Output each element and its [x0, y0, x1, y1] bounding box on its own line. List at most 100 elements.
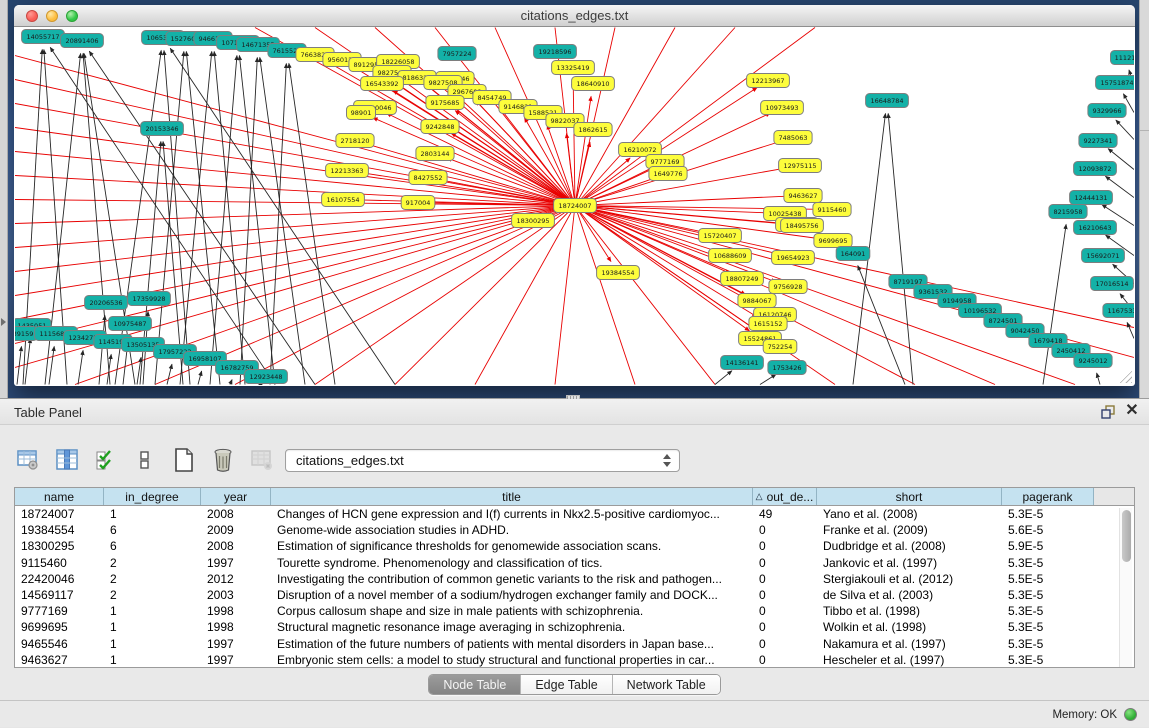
- graph-node[interactable]: 2718120: [336, 134, 374, 148]
- graph-node[interactable]: 12093872: [1074, 162, 1117, 176]
- vertical-scrollbar[interactable]: [1119, 508, 1132, 667]
- graph-node[interactable]: 18300295: [512, 214, 555, 228]
- table-cell-short: Tibbo et al. (1998): [817, 604, 1002, 618]
- graph-node[interactable]: 18640910: [572, 77, 615, 91]
- table-row[interactable]: 946554611997Estimation of the future num…: [15, 636, 1134, 652]
- graph-node[interactable]: 19654923: [772, 251, 815, 265]
- row-height-icon[interactable]: [131, 446, 159, 474]
- table-row[interactable]: 946362711997Embryonic stem cells: a mode…: [15, 652, 1134, 668]
- tab-edge-table[interactable]: Edge Table: [521, 675, 612, 694]
- graph-node[interactable]: 9115460: [813, 203, 851, 217]
- table-row[interactable]: 911546021997Tourette syndrome. Phenomeno…: [15, 555, 1134, 571]
- graph-node[interactable]: 8215958: [1049, 205, 1087, 219]
- graph-node[interactable]: 18807249: [721, 272, 764, 286]
- graph-node[interactable]: 9463627: [784, 189, 822, 203]
- close-panel-icon[interactable]: ✕: [1124, 402, 1140, 420]
- table-row[interactable]: 969969511998Structural magnetic resonanc…: [15, 619, 1134, 635]
- panel-collapse-arrow-icon[interactable]: [1, 318, 6, 326]
- graph-node[interactable]: 9884067: [738, 294, 776, 308]
- graph-node[interactable]: 917004: [401, 196, 435, 210]
- header-filler: [1094, 488, 1134, 505]
- graph-node[interactable]: 1649776: [649, 167, 687, 181]
- column-header-title[interactable]: title: [271, 488, 753, 505]
- graph-node[interactable]: 10688609: [709, 249, 752, 263]
- network-canvas-container[interactable]: 1405571720891406106532871527602946616110…: [15, 27, 1134, 385]
- graph-node[interactable]: 164091: [836, 247, 870, 261]
- window-titlebar[interactable]: citations_edges.txt: [14, 5, 1135, 27]
- network-table-select-value: citations_edges.txt: [296, 453, 404, 468]
- select-rows-icon[interactable]: [92, 446, 120, 474]
- delete-table-icon[interactable]: [248, 446, 276, 474]
- graph-node[interactable]: 19218596: [534, 45, 577, 59]
- graph-node[interactable]: 10973493: [761, 101, 804, 115]
- graph-node[interactable]: 9329966: [1088, 104, 1126, 118]
- graph-node[interactable]: 20891406: [61, 34, 104, 48]
- graph-node[interactable]: 19384554: [597, 266, 640, 280]
- graph-node[interactable]: 20153346: [141, 122, 184, 136]
- graph-node[interactable]: 9245012: [1074, 354, 1112, 368]
- graph-node[interactable]: 15720407: [699, 229, 742, 243]
- graph-node[interactable]: 18724007: [554, 199, 597, 213]
- graph-node[interactable]: 9227341: [1079, 134, 1117, 148]
- graph-node[interactable]: 1615152: [749, 317, 787, 331]
- graph-node[interactable]: 11121: [1111, 51, 1135, 65]
- graph-node[interactable]: 17016514: [1091, 277, 1134, 291]
- graph-node[interactable]: 20206536: [85, 296, 128, 310]
- float-panel-icon[interactable]: [1100, 404, 1116, 420]
- graph-node[interactable]: 7957224: [438, 47, 476, 61]
- graph-node[interactable]: 1862615: [574, 123, 612, 137]
- table-row[interactable]: 977716911998Corpus callosum shape and si…: [15, 603, 1134, 619]
- graph-node[interactable]: 7485063: [774, 131, 812, 145]
- graph-node[interactable]: 98901: [347, 106, 376, 120]
- column-header-pagerank[interactable]: pagerank: [1002, 488, 1094, 505]
- graph-node[interactable]: 12923448: [245, 370, 288, 384]
- graph-node[interactable]: 14055717: [22, 30, 65, 44]
- graph-node[interactable]: 16107554: [322, 193, 365, 207]
- graph-node[interactable]: 13325419: [552, 61, 595, 75]
- new-document-icon[interactable]: [170, 446, 198, 474]
- table-row[interactable]: 1830029562008Estimation of significance …: [15, 538, 1134, 554]
- network-canvas[interactable]: 1405571720891406106532871527602946616110…: [15, 27, 1134, 385]
- tab-network-table[interactable]: Network Table: [613, 675, 720, 694]
- graph-node[interactable]: 2803144: [416, 147, 454, 161]
- table-row[interactable]: 1872400712008Changes of HCN gene express…: [15, 506, 1134, 522]
- graph-node[interactable]: 9699695: [814, 234, 852, 248]
- graph-node[interactable]: 12213967: [747, 74, 790, 88]
- column-header-in_degree[interactable]: in_degree: [104, 488, 201, 505]
- network-table-select[interactable]: citations_edges.txt: [285, 449, 680, 472]
- graph-node[interactable]: 1753426: [768, 361, 806, 375]
- graph-node[interactable]: 752254: [763, 340, 797, 354]
- graph-node[interactable]: 9175685: [426, 96, 464, 110]
- graph-node[interactable]: 12975115: [779, 159, 822, 173]
- graph-node[interactable]: 15692071: [1082, 249, 1125, 263]
- column-header-out_de[interactable]: △out_de...: [753, 488, 817, 505]
- column-header-short[interactable]: short: [817, 488, 1002, 505]
- graph-node[interactable]: 8427552: [409, 171, 447, 185]
- graph-node[interactable]: 18495756: [781, 219, 824, 233]
- table-cell-title: Estimation of the future numbers of pati…: [271, 637, 753, 651]
- column-layout-icon[interactable]: [53, 446, 81, 474]
- network-view-window[interactable]: citations_edges.txt 14055717208914061065…: [14, 5, 1135, 386]
- tab-node-table[interactable]: Node Table: [429, 675, 521, 694]
- table-row[interactable]: 1938455462009Genome-wide association stu…: [15, 522, 1134, 538]
- table-settings-icon[interactable]: [14, 446, 42, 474]
- graph-node[interactable]: 9756928: [769, 280, 807, 294]
- graph-node[interactable]: 10975487: [109, 317, 152, 331]
- graph-node[interactable]: 12213363: [326, 164, 369, 178]
- column-header-name[interactable]: name: [15, 488, 104, 505]
- graph-node[interactable]: 14136141: [721, 356, 764, 370]
- graph-node[interactable]: 15751874: [1096, 76, 1134, 90]
- graph-node[interactable]: 9242848: [421, 120, 459, 134]
- graph-node[interactable]: 17359928: [128, 292, 171, 306]
- scrollbar-thumb[interactable]: [1122, 510, 1131, 562]
- graph-node[interactable]: 16210643: [1074, 221, 1117, 235]
- graph-node[interactable]: 16543392: [361, 77, 404, 91]
- delete-rows-trash-icon[interactable]: [209, 446, 237, 474]
- graph-node[interactable]: 1167533: [1103, 304, 1134, 318]
- column-header-year[interactable]: year: [201, 488, 271, 505]
- graph-node[interactable]: 16648784: [866, 94, 909, 108]
- table-cell-title: Changes of HCN gene expression and I(f) …: [271, 507, 753, 521]
- table-row[interactable]: 2242004622012Investigating the contribut…: [15, 571, 1134, 587]
- table-row[interactable]: 1456911722003Disruption of a novel membe…: [15, 587, 1134, 603]
- graph-node[interactable]: 12444131: [1070, 191, 1113, 205]
